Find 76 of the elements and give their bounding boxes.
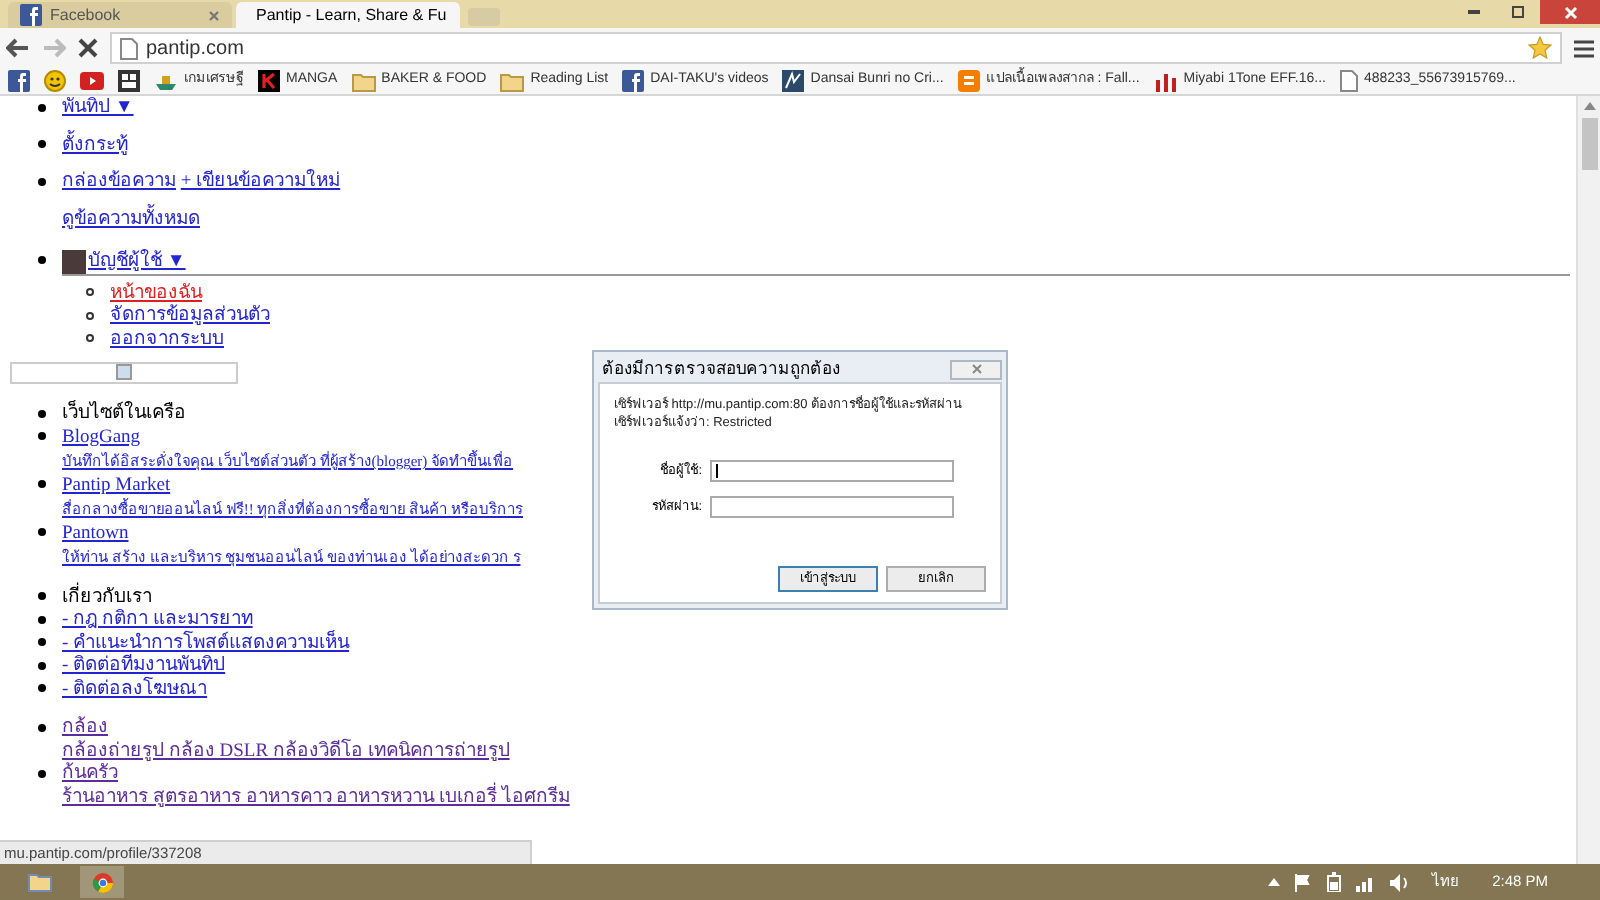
dialog-title: ต้องมีการตรวจสอบความถูกต้อง bbox=[602, 357, 840, 381]
browser-tab[interactable]: Pantip - Learn, Share & Fu bbox=[236, 2, 460, 28]
nav-link[interactable]: + เขียนข้อความใหม่ bbox=[180, 172, 341, 192]
about-link[interactable]: - กฎ กติกา และมารยาท bbox=[62, 610, 253, 630]
scroll-up-icon[interactable] bbox=[1583, 102, 1595, 110]
close-icon bbox=[971, 364, 981, 374]
section-heading: เกี่ยวกับเรา bbox=[62, 587, 152, 607]
bullet-icon bbox=[38, 409, 46, 418]
star-icon[interactable] bbox=[1528, 36, 1552, 60]
about-link[interactable]: - ติดต่อทีมงานพันทิป bbox=[62, 656, 226, 676]
site-link[interactable]: Pantip Market bbox=[62, 475, 171, 495]
browser-tab[interactable]: Facebook bbox=[8, 2, 232, 28]
bullet-icon bbox=[38, 480, 46, 489]
bullet-icon bbox=[38, 140, 46, 149]
bullet-icon bbox=[86, 334, 94, 343]
close-icon[interactable] bbox=[78, 38, 98, 58]
account-menu-item[interactable]: จัดการข้อมูลส่วนตัว bbox=[110, 306, 270, 326]
nav-link[interactable]: ดูข้อความทั้งหมด bbox=[62, 209, 200, 229]
nav-link[interactable]: พันทิป ▼ bbox=[62, 98, 134, 118]
about-link[interactable]: - คำแนะนำการโพสต์แสดงความเห็น bbox=[62, 633, 350, 653]
tab-close-icon[interactable] bbox=[208, 9, 220, 21]
bullet-icon bbox=[38, 769, 46, 778]
nav-link[interactable]: กล่องข้อความ bbox=[62, 172, 176, 192]
close-button[interactable] bbox=[1540, 0, 1600, 24]
scrollbar[interactable] bbox=[1576, 96, 1600, 864]
bullet-icon bbox=[38, 661, 46, 670]
username-field[interactable] bbox=[710, 460, 954, 483]
account-menu-item[interactable]: หน้าของฉัน bbox=[110, 283, 202, 303]
close-icon bbox=[1563, 5, 1577, 19]
category-description[interactable]: ร้านอาหาร สูตรอาหาร อาหารคาว อาหารหวาน เบเกอรี่ ไอศกรีม bbox=[62, 787, 570, 807]
tab-title: Facebook bbox=[50, 3, 123, 27]
bullet-icon bbox=[38, 723, 46, 732]
category-link[interactable]: ก้นครัว bbox=[62, 764, 118, 784]
folder-icon[interactable] bbox=[28, 872, 52, 892]
battery-icon[interactable] bbox=[1326, 872, 1343, 892]
caret-icon[interactable] bbox=[1268, 878, 1281, 886]
dialog-close-button[interactable] bbox=[950, 359, 1002, 379]
address-bar[interactable]: pantip.com bbox=[110, 32, 1562, 64]
smiley-icon bbox=[44, 70, 66, 92]
about-link[interactable]: - ติดต่อลงโฆษณา bbox=[62, 679, 208, 699]
speaker-icon[interactable] bbox=[1390, 873, 1411, 891]
password-field[interactable] bbox=[710, 495, 954, 518]
chart-icon bbox=[1153, 71, 1178, 91]
ship-icon bbox=[154, 71, 178, 91]
account-menu-item[interactable]: ออกจากระบบ bbox=[110, 329, 224, 349]
bullet-icon bbox=[38, 638, 46, 647]
scrollbar-thumb[interactable] bbox=[1581, 118, 1597, 170]
avatar-photo-placeholder bbox=[62, 250, 86, 274]
url-text: pantip.com bbox=[146, 35, 244, 63]
category-link[interactable]: กล้อง bbox=[62, 718, 108, 738]
site-link[interactable]: BlogGang bbox=[62, 427, 141, 447]
account-menu[interactable]: บัญชีผู้ใช้ ▼ bbox=[88, 251, 186, 274]
menu-icon[interactable] bbox=[1574, 39, 1594, 57]
bullet-icon bbox=[38, 103, 46, 112]
bullet-icon bbox=[38, 684, 46, 693]
bullet-icon bbox=[86, 288, 94, 297]
browser-icon bbox=[91, 871, 113, 893]
page-icon bbox=[120, 37, 138, 59]
site-link[interactable]: Pantown bbox=[62, 523, 129, 543]
bullet-icon bbox=[86, 311, 94, 320]
category-description[interactable]: กล้องถ่ายรูป กล้อง DSLR กล้องวิดีโอ เทคนิคการถ่ายรูป bbox=[62, 741, 510, 761]
signal-icon[interactable] bbox=[1356, 873, 1377, 891]
section-heading: เว็บไซต์ในเครือ bbox=[62, 404, 186, 424]
bullet-icon bbox=[38, 255, 46, 264]
manga-icon bbox=[258, 70, 280, 92]
forward-icon[interactable] bbox=[42, 38, 66, 58]
bullet-icon bbox=[38, 615, 46, 624]
nav-link[interactable]: ตั้งกระทู้ bbox=[62, 135, 128, 155]
bullet-icon bbox=[38, 432, 46, 441]
bullet-icon bbox=[38, 528, 46, 537]
flag-icon[interactable] bbox=[1294, 873, 1313, 891]
bullet-icon bbox=[38, 592, 46, 601]
tab-title: Pantip - Learn, Share & Fu bbox=[256, 3, 447, 27]
back-icon[interactable] bbox=[6, 38, 30, 58]
bullet-icon bbox=[38, 177, 46, 186]
taskbar-button[interactable] bbox=[80, 866, 124, 898]
